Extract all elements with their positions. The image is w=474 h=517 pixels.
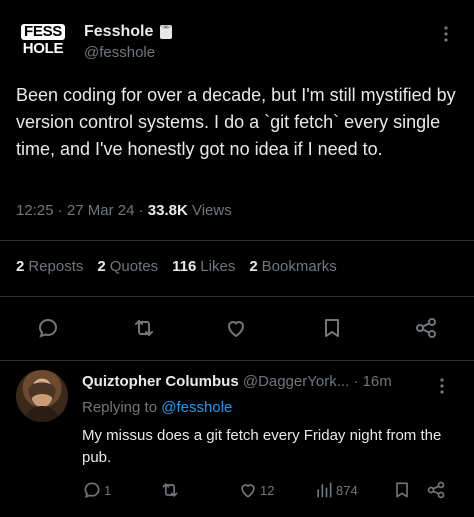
reply-repost-button[interactable] — [160, 478, 180, 502]
share-icon — [427, 481, 445, 499]
reply-icon — [84, 482, 100, 499]
author-handle[interactable]: @fesshole — [84, 44, 155, 61]
tweet-action-bar — [0, 306, 474, 350]
meta-separator: · — [353, 373, 363, 390]
repost-icon — [135, 320, 153, 336]
views-count: 33.8K — [147, 202, 188, 219]
reposts-stat[interactable]: 2 Reposts — [16, 258, 83, 275]
reply-header: Quiztopher Columbus @DaggerYork... · 16m — [82, 373, 392, 390]
reply-comment-button[interactable]: 1 — [82, 478, 111, 502]
likes-count: 116 — [172, 258, 197, 275]
reply-time[interactable]: 16m — [363, 373, 392, 390]
tweet-text: Been coding for over a decade, but I'm s… — [16, 85, 456, 159]
like-button[interactable] — [222, 314, 250, 342]
quotes-label: Quotes — [109, 258, 159, 275]
reply-views-count: 874 — [336, 482, 358, 498]
reply-comments-count: 1 — [104, 482, 112, 498]
replying-prefix: Replying to — [82, 399, 158, 416]
tweet-meta: 12:25 · 27 Mar 24 · 33.8K Views — [16, 202, 232, 219]
engagement-stats: 2 Reposts 2 Quotes 116 Likes 2 Bookmarks — [16, 258, 337, 275]
divider — [0, 296, 474, 297]
bookmark-button[interactable] — [318, 314, 346, 342]
reply-action-bar: 1 12 874 — [82, 478, 462, 504]
reply-author-name[interactable]: Quiztopher Columbus — [82, 373, 239, 390]
reply-bookmark-button[interactable] — [392, 478, 412, 502]
likes-label: Likes — [200, 258, 236, 275]
bookmark-icon — [396, 482, 408, 498]
reply-more-options-icon[interactable] — [440, 378, 444, 399]
analytics-icon — [317, 482, 332, 498]
reply-likes-count: 12 — [260, 482, 275, 498]
replying-to-handle[interactable]: @fesshole — [161, 399, 232, 416]
tweet-date[interactable]: 27 Mar 24 — [67, 202, 135, 219]
bookmarks-label: Bookmarks — [261, 258, 337, 275]
author-name-row[interactable]: Fesshole — [84, 23, 173, 41]
meta-separator: · — [57, 202, 67, 219]
quotes-stat[interactable]: 2 Quotes — [97, 258, 158, 275]
reply-button[interactable] — [34, 314, 62, 342]
more-options-icon[interactable] — [440, 26, 452, 42]
bookmarks-stat[interactable]: 2 Bookmarks — [249, 258, 336, 275]
reposts-label: Reposts — [28, 258, 84, 275]
reply-text: My missus does a git fetch every Friday … — [82, 427, 442, 466]
divider — [0, 360, 474, 361]
repost-button[interactable] — [130, 314, 158, 342]
reposts-count: 2 — [16, 258, 25, 275]
quotes-count: 2 — [97, 258, 106, 275]
meta-separator: · — [138, 202, 148, 219]
likes-stat[interactable]: 116 Likes — [172, 258, 235, 275]
bookmark-icon — [325, 319, 339, 337]
logo-text-line2: HOLE — [22, 40, 64, 57]
author-name[interactable]: Fesshole — [84, 23, 153, 41]
reply-like-button[interactable]: 12 — [238, 478, 274, 502]
views-label: Views — [191, 202, 232, 219]
logo-text-line1: FESS — [21, 24, 65, 40]
share-icon — [416, 318, 436, 338]
toilet-roll-icon — [160, 25, 173, 39]
reply-views-button[interactable]: 874 — [314, 478, 358, 502]
divider — [0, 240, 474, 241]
reply-share-button[interactable] — [426, 478, 446, 502]
heart-icon — [227, 321, 245, 338]
reply-icon — [38, 318, 58, 338]
heart-icon — [241, 484, 255, 498]
reply-author-avatar[interactable] — [16, 370, 68, 422]
repost-icon — [162, 483, 178, 497]
tweet-time[interactable]: 12:25 — [16, 202, 54, 219]
reply-author-handle[interactable]: @DaggerYork... — [243, 373, 349, 390]
bookmarks-count: 2 — [249, 258, 258, 275]
replying-to: Replying to @fesshole — [82, 399, 232, 416]
share-button[interactable] — [412, 314, 440, 342]
author-avatar[interactable]: FESS HOLE — [16, 18, 70, 62]
